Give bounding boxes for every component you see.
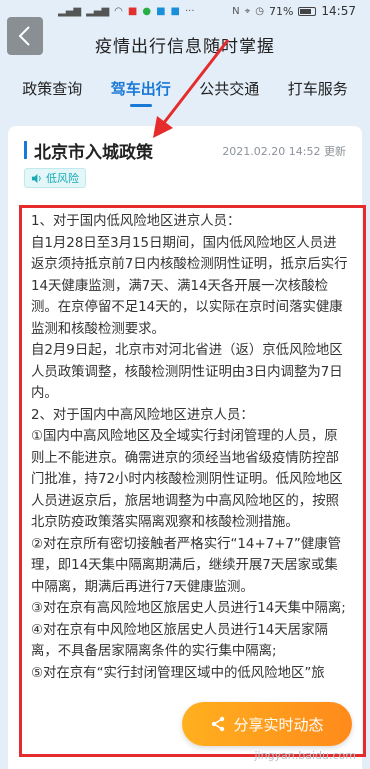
policy-content: 1、对于国内低风险地区进京人员： 自1月28日至3月15日期间，国内低风险地区人… [18, 206, 358, 769]
policy-paragraph: 2、对于国内中高风险地区进京人员： [31, 407, 254, 423]
policy-paragraph: 1、对于国内低风险地区进京人员： [31, 214, 241, 229]
policy-paragraph: ⑤对在京有“实行封闭管理区域中的低风险地区”旅 [31, 665, 325, 681]
battery-percent: 71% [268, 4, 294, 18]
policy-paragraph: ③对在京有高风险地区旅居史人员进行14天集中隔离; [31, 601, 346, 616]
status-bar: ▂▄▆ ▂▄▆ ◠ ■ ● ■ ■ ··· N ⌖ ◷ 71% 14:57 [0, 0, 370, 22]
location-icon: ⌖ [244, 5, 251, 17]
watermark: jingyan.baidu.com [254, 749, 356, 762]
tab-policy-query[interactable]: 政策查询 [20, 70, 84, 107]
policy-paragraph: ②对在京所有密切接触者严格实行“14+7+7”健康管理，即14天集中隔离期满后，… [31, 536, 342, 595]
policy-card: 北京市入城政策 2021.02.20 14:52 更新 低风险 1、对于国内低风… [8, 126, 362, 769]
status-icons-right: N ⌖ ◷ 71% 14:57 [232, 4, 356, 18]
update-time: 2021.02.20 14:52 更新 [222, 145, 346, 158]
battery-icon [298, 6, 317, 16]
page-title: 疫情出行信息随时掌握 [95, 36, 275, 57]
risk-level-label: 低风险 [46, 172, 79, 185]
nfc-icon: N [232, 5, 240, 17]
title-accent-bar [24, 141, 27, 159]
app-icon: ■ [170, 5, 180, 17]
card-title: 北京市入城政策 [34, 143, 153, 163]
mail-icon: ■ [156, 5, 166, 17]
status-icons-left: ▂▄▆ ▂▄▆ ◠ ■ ● ■ ■ ··· [58, 6, 195, 17]
tab-taxi[interactable]: 打车服务 [286, 70, 350, 107]
policy-paragraph: ④对在京有中风险地区旅居史人员进行14天居家隔离，不具备居家隔离条件的实行集中隔… [31, 622, 328, 660]
clock: 14:57 [321, 4, 356, 18]
wechat-icon: ● [142, 5, 152, 17]
dots-icon: ··· [184, 5, 195, 17]
back-button[interactable] [7, 17, 43, 55]
message-icon: ■ [127, 5, 138, 17]
signal-icon: ▂▄▆ [86, 5, 110, 17]
policy-paragraph: 自1月28日至3月15日期间，国内低风险地区人员进返京须持抵京前7日内核酸检测阴… [31, 235, 348, 337]
share-button[interactable]: 分享实时动态 [182, 702, 352, 746]
risk-level-badge: 低风险 [24, 168, 86, 188]
policy-paragraph: ①国内中高风险地区及全域实行封闭管理的人员，原则上不能进京。确需进京的须经当地省… [31, 429, 343, 530]
tab-bar: 政策查询 驾车出行 公共交通 打车服务 [0, 66, 370, 110]
policy-paragraph: 自2月9日起，北京市对河北省进（返）京低风险地区人员政策调整，核酸检测阴性证明由… [31, 343, 343, 401]
share-button-label: 分享实时动态 [233, 715, 324, 734]
tab-public-transport[interactable]: 公共交通 [197, 70, 261, 107]
share-icon [212, 716, 225, 732]
card-header: 北京市入城政策 2021.02.20 14:52 更新 [24, 138, 346, 163]
alarm-icon: ◷ [255, 5, 264, 17]
tab-driving[interactable]: 驾车出行 [109, 70, 173, 107]
chevron-left-icon [18, 26, 30, 46]
speaker-icon [31, 173, 41, 183]
wifi-icon: ◠ [114, 5, 123, 17]
signal-icon: ▂▄▆ [58, 5, 82, 17]
header: 疫情出行信息随时掌握 [0, 22, 370, 66]
